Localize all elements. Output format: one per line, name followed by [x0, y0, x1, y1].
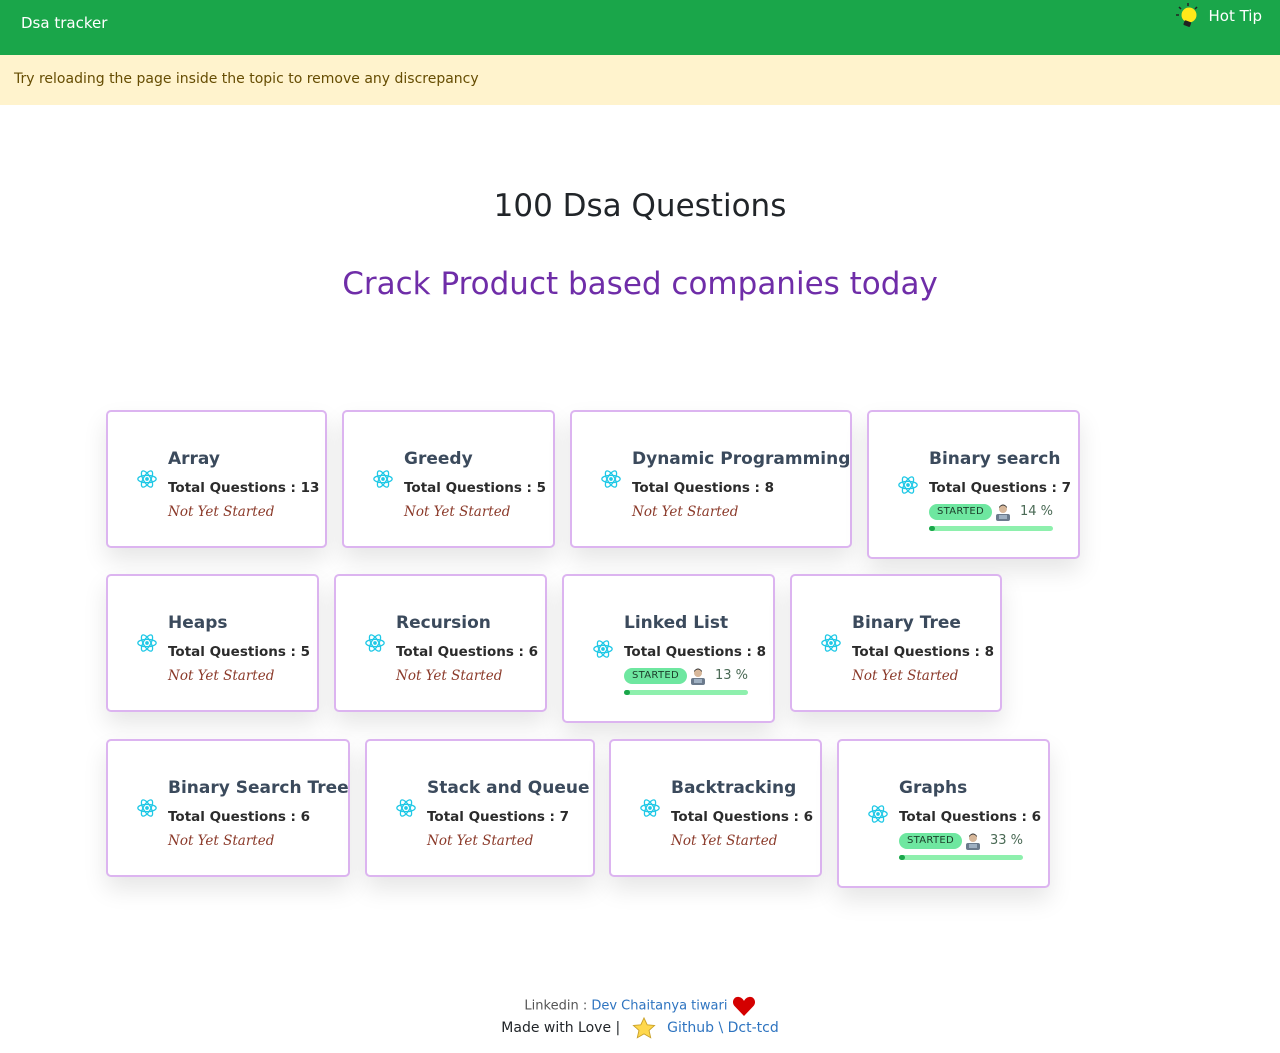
- topic-question-count: Total Questions : 5: [404, 480, 547, 496]
- person-at-laptop-icon: [965, 832, 981, 850]
- topic-question-count: Total Questions : 8: [632, 480, 775, 496]
- progress-bar: [624, 690, 748, 695]
- topic-name: Dynamic Programming: [632, 449, 851, 469]
- hot-tip-button[interactable]: Hot Tip: [1175, 2, 1263, 30]
- topic-question-count: Total Questions : 5: [168, 644, 311, 660]
- page-title: 100 Dsa Questions: [493, 188, 787, 224]
- atom-icon: [136, 468, 158, 490]
- topic-name: Greedy: [404, 449, 473, 469]
- topic-card[interactable]: Binary search Total Questions : 7 STARTED 1…: [867, 410, 1080, 559]
- topic-status: Not Yet Started: [168, 833, 275, 849]
- progress-bar-fill: [899, 855, 905, 860]
- topic-name: Binary Search Tree: [168, 778, 349, 798]
- footer-made-with-love: Made with Love | Github \ Dct-tcd: [0, 1017, 1280, 1039]
- topic-question-count: Total Questions : 7: [929, 480, 1072, 496]
- topic-card[interactable]: Backtracking Total Questions : 6 Not Yet S…: [609, 739, 822, 877]
- progress-bar-fill: [929, 526, 935, 531]
- footer-linkedin: Linkedin : Dev Chaitanya tiwari: [0, 995, 1280, 1017]
- topic-status: Not Yet Started: [396, 668, 503, 684]
- topic-name: Backtracking: [671, 778, 797, 798]
- atom-icon: [592, 638, 614, 660]
- topic-card[interactable]: Stack and Queue Total Questions : 7 Not Ye…: [365, 739, 595, 877]
- atom-icon: [395, 797, 417, 819]
- navbar: Dsa tracker Hot Tip: [0, 0, 1280, 55]
- atom-icon: [867, 803, 889, 825]
- hot-tip-label: Hot Tip: [1208, 7, 1263, 25]
- topic-name: Heaps: [168, 613, 228, 633]
- progress-info: STARTED 14 %: [929, 503, 1053, 523]
- topic-status: Not Yet Started: [168, 668, 275, 684]
- status-badge: STARTED: [929, 504, 992, 520]
- atom-icon: [136, 797, 158, 819]
- topic-status: Not Yet Started: [632, 504, 739, 520]
- topic-question-count: Total Questions : 6: [396, 644, 539, 660]
- person-at-laptop-icon: [690, 667, 706, 685]
- topic-question-count: Total Questions : 8: [624, 644, 767, 660]
- progress-info: STARTED 13 %: [624, 667, 748, 687]
- brand-link[interactable]: Dsa tracker: [21, 14, 107, 32]
- topic-question-count: Total Questions : 6: [899, 809, 1042, 825]
- progress-percent: 33 %: [989, 833, 1023, 848]
- topic-card[interactable]: Greedy Total Questions : 5 Not Yet Started: [342, 410, 555, 548]
- linkedin-label: Linkedin :: [524, 998, 588, 1014]
- topic-question-count: Total Questions : 13: [168, 480, 320, 496]
- topic-name: Binary search: [929, 449, 1061, 469]
- topic-question-count: Total Questions : 6: [671, 809, 814, 825]
- topic-name: Recursion: [396, 613, 491, 633]
- atom-icon: [820, 632, 842, 654]
- lightbulb-icon: [1175, 3, 1198, 27]
- topic-card[interactable]: Array Total Questions : 13 Not Yet Started: [106, 410, 327, 548]
- topic-question-count: Total Questions : 6: [168, 809, 311, 825]
- topic-status: Not Yet Started: [427, 833, 534, 849]
- topic-card[interactable]: Graphs Total Questions : 6 STARTED 33 %: [837, 739, 1050, 888]
- heart-icon: [732, 996, 755, 1016]
- page-subtitle: Crack Product based companies today: [342, 266, 938, 302]
- progress-info: STARTED 33 %: [899, 832, 1023, 852]
- progress-percent: 13 %: [714, 668, 748, 683]
- atom-icon: [372, 468, 394, 490]
- progress-bar: [899, 855, 1023, 860]
- topic-name: Stack and Queue: [427, 778, 590, 798]
- github-link[interactable]: Github \ Dct-tcd: [667, 1020, 779, 1036]
- progress-bar: [929, 526, 1053, 531]
- topic-name: Graphs: [899, 778, 968, 798]
- topic-card[interactable]: Binary Tree Total Questions : 8 Not Yet St…: [790, 574, 1002, 712]
- topic-status: Not Yet Started: [168, 504, 275, 520]
- made-with-love-text: Made with Love |: [501, 1020, 621, 1036]
- status-badge: STARTED: [899, 833, 962, 849]
- topic-status: Not Yet Started: [852, 668, 959, 684]
- alert-text: Try reloading the page inside the topic …: [14, 71, 479, 87]
- topic-card[interactable]: Binary Search Tree Total Questions : 6 Not…: [106, 739, 350, 877]
- progress-bar-fill: [624, 690, 630, 695]
- atom-icon: [639, 797, 661, 819]
- person-at-laptop-icon: [995, 503, 1011, 521]
- topic-card[interactable]: Heaps Total Questions : 5 Not Yet Started: [106, 574, 319, 712]
- atom-icon: [600, 468, 622, 490]
- topic-card[interactable]: Linked List Total Questions : 8 STARTED 13 …: [562, 574, 775, 723]
- atom-icon: [136, 632, 158, 654]
- topic-status: Not Yet Started: [404, 504, 511, 520]
- atom-icon: [897, 474, 919, 496]
- alert-banner: Try reloading the page inside the topic …: [0, 55, 1280, 105]
- topic-name: Linked List: [624, 613, 729, 633]
- topic-question-count: Total Questions : 8: [852, 644, 995, 660]
- topic-name: Array: [168, 449, 220, 469]
- status-badge: STARTED: [624, 668, 687, 684]
- atom-icon: [364, 632, 386, 654]
- star-icon: [632, 1017, 656, 1039]
- topic-status: Not Yet Started: [671, 833, 778, 849]
- progress-percent: 14 %: [1019, 504, 1053, 519]
- topic-name: Binary Tree: [852, 613, 961, 633]
- linkedin-link[interactable]: Dev Chaitanya tiwari: [591, 999, 727, 1014]
- topic-card[interactable]: Dynamic Programming Total Questions : 8 No…: [570, 410, 852, 548]
- topic-question-count: Total Questions : 7: [427, 809, 570, 825]
- topic-card[interactable]: Recursion Total Questions : 6 Not Yet Star…: [334, 574, 547, 712]
